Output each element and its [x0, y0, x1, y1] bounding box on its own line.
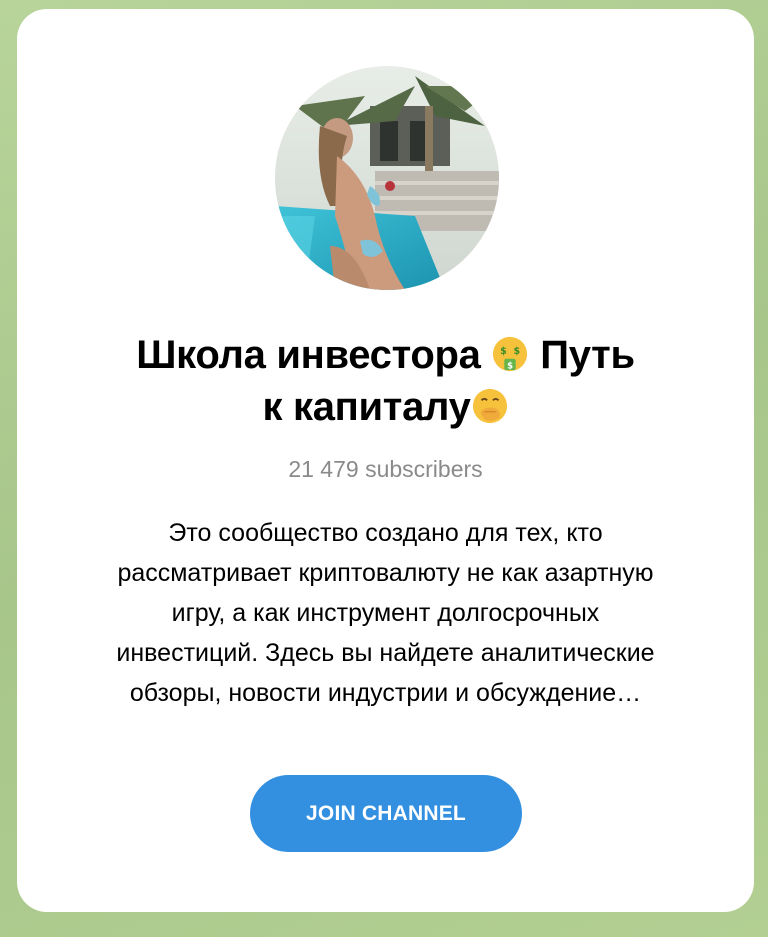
channel-title-text-1: Школа инвестора [136, 333, 481, 377]
avatar-photo [275, 66, 499, 290]
description-line: игру, а как инструмент долгосрочных [171, 599, 600, 627]
description-line: инвестиций. Здесь вы найдете аналитическ… [116, 639, 655, 667]
description-line: обзоры, новости индустрии и обсуждение… [129, 679, 642, 707]
channel-title-text-1b: Путь [540, 333, 635, 377]
svg-text:$: $ [514, 346, 520, 357]
channel-preview-card: Школа инвестора $ $ $ Путь к капиталу 21… [17, 9, 754, 912]
svg-text:$: $ [501, 346, 507, 357]
channel-title-line-2: к капиталу [17, 381, 754, 433]
subscribers-count: 21 479 subscribers [288, 456, 483, 482]
money-mouth-face-icon: $ $ $ [493, 336, 528, 371]
channel-title: Школа инвестора $ $ $ Путь к капиталу [17, 329, 754, 433]
channel-avatar[interactable] [275, 66, 499, 290]
svg-text:$: $ [508, 361, 514, 371]
description-line: Это сообщество создано для тех, кто [168, 519, 603, 547]
channel-description: Это сообщество создано для тех, кто расс… [47, 513, 724, 713]
channel-title-line-1: Школа инвестора $ $ $ Путь [17, 329, 754, 381]
description-line: рассматривает криптовалюту не как азартн… [117, 559, 654, 587]
face-with-hand-over-mouth-icon [472, 388, 507, 424]
join-channel-button[interactable]: JOIN CHANNEL [250, 775, 522, 852]
channel-title-text-2: к капиталу [262, 385, 471, 429]
